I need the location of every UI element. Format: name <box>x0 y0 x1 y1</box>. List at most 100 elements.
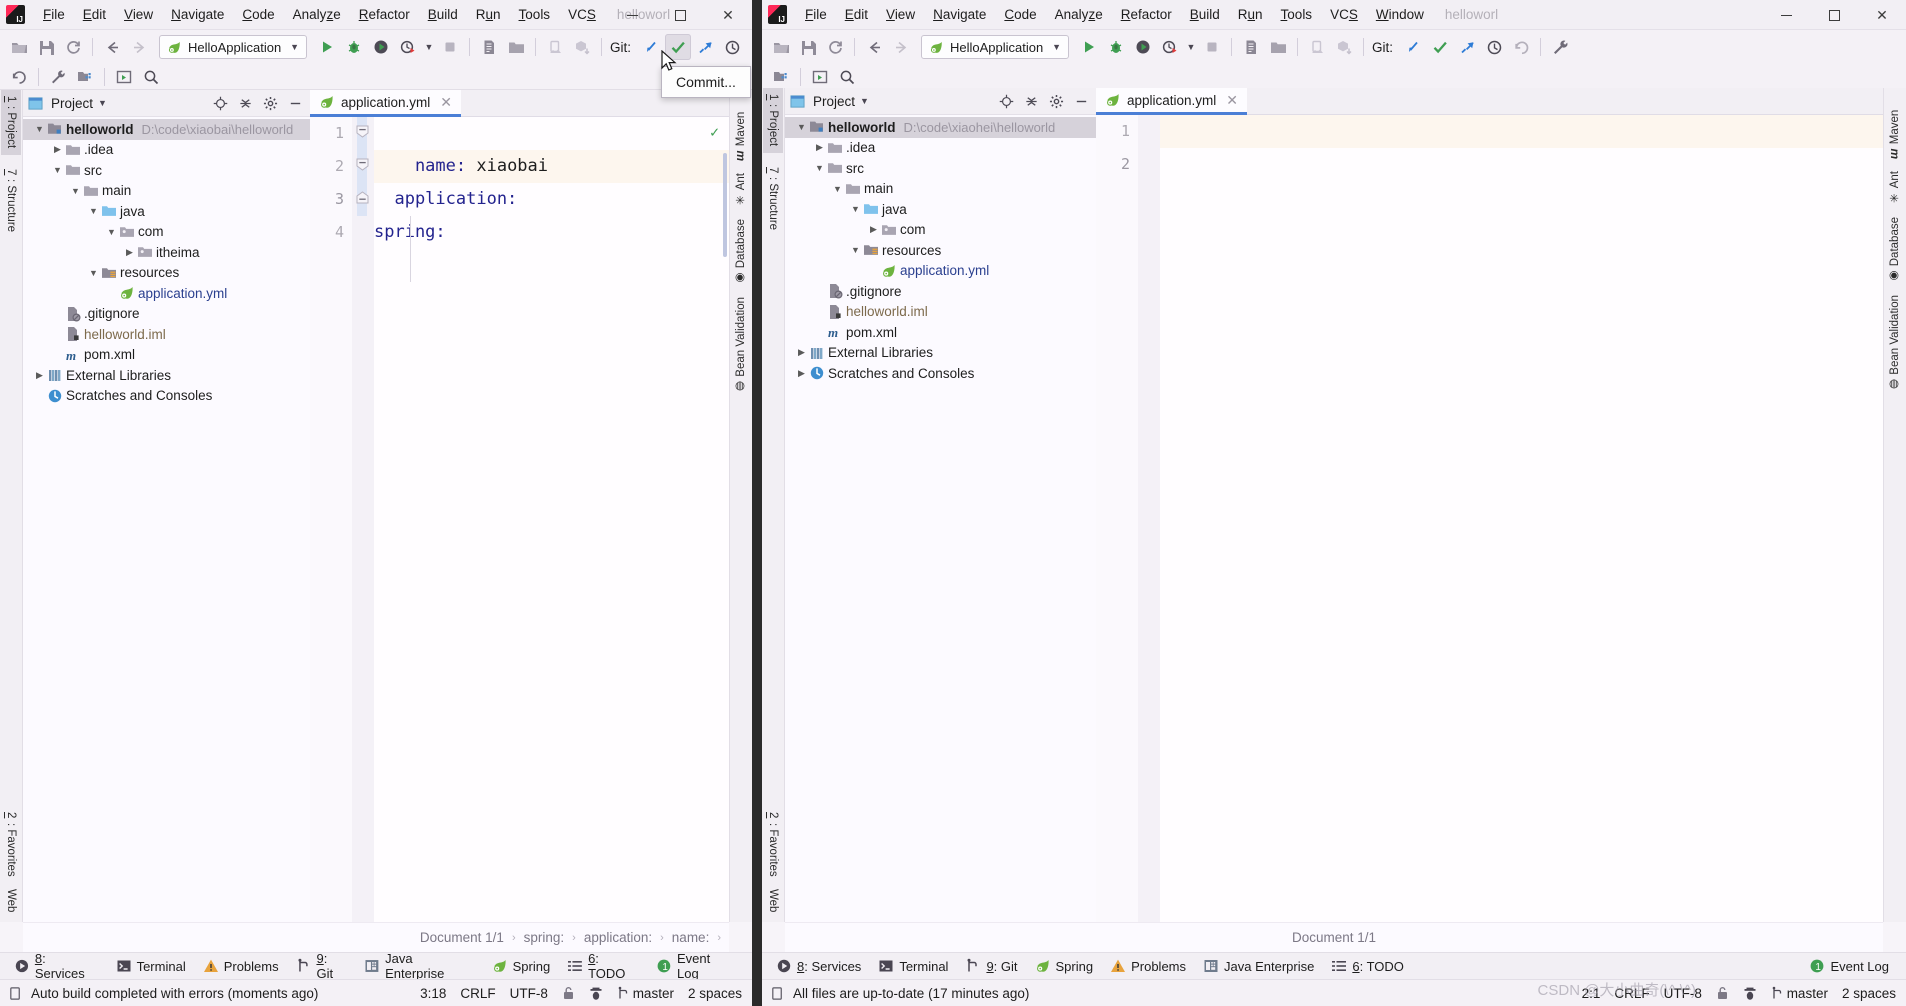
menu-view[interactable]: View <box>115 3 162 26</box>
tree-node-itheima[interactable]: ▶itheima <box>23 242 310 263</box>
menu-run[interactable]: Run <box>467 3 510 26</box>
collapse-all-icon-left[interactable] <box>235 93 255 113</box>
tree-node-src[interactable]: ▼src <box>23 160 310 181</box>
sync-gradle-icon[interactable] <box>569 34 595 60</box>
rail-item-maven-right[interactable]: m Maven <box>1884 104 1906 165</box>
menu-analyze[interactable]: Analyze <box>284 3 350 26</box>
menu-refactor[interactable]: Refactor <box>350 3 419 26</box>
tree-node-com[interactable]: ▶com <box>785 220 1096 241</box>
indent-widget-right[interactable]: 2 spaces <box>1842 986 1896 1001</box>
expand-arrow-icon[interactable]: ▼ <box>849 245 862 255</box>
editor-tab-application-yml-left[interactable]: application.yml ✕ <box>310 90 461 117</box>
menu-build-right[interactable]: Build <box>1181 3 1229 26</box>
collapse-arrow-icon[interactable]: ▶ <box>867 224 880 235</box>
editor-scrollbar-left[interactable] <box>723 153 727 257</box>
tree-node--gitignore[interactable]: .gitignore <box>785 281 1096 302</box>
settings-gear-icon-left[interactable] <box>260 93 280 113</box>
settings-wrench-icon-right[interactable] <box>1547 34 1573 60</box>
file-encoding-left[interactable]: UTF-8 <box>510 986 548 1001</box>
tree-node--idea[interactable]: ▶.idea <box>23 140 310 161</box>
rail-item-structure-right[interactable]: 7: Structure <box>763 161 783 236</box>
device-manager-icon[interactable] <box>542 34 568 60</box>
tree-node-helloworld[interactable]: ▼helloworldD:\code\xiaobai\helloworld <box>23 119 310 140</box>
tree-node-helloworld-iml[interactable]: helloworld.iml <box>23 324 310 345</box>
tree-node-resources[interactable]: ▼resources <box>23 263 310 284</box>
tree-node-com[interactable]: ▼com <box>23 222 310 243</box>
undo-icon[interactable] <box>6 64 32 90</box>
code-editor-left[interactable]: 1234 name: xiaobai application:spring: ✓ <box>310 117 729 922</box>
project-tree-right[interactable]: ▼helloworldD:\code\xiaohei\helloworld▶.i… <box>785 115 1096 922</box>
tool-window-event-log[interactable]: 1Event Log <box>650 953 746 980</box>
hide-panel-icon-left[interactable] <box>285 93 305 113</box>
expand-arrow-icon[interactable]: ▼ <box>87 268 100 278</box>
project-structure-icon[interactable] <box>503 34 529 60</box>
run-configuration-selector-left[interactable]: HelloApplication ▼ <box>159 35 307 59</box>
menu-code-right[interactable]: Code <box>995 3 1045 26</box>
run-with-coverage-icon[interactable] <box>368 34 394 60</box>
expand-arrow-icon[interactable]: ▼ <box>795 122 808 132</box>
code-line[interactable] <box>374 117 729 150</box>
project-structure-icon-right[interactable] <box>1265 34 1291 60</box>
code-line[interactable]: spring: <box>374 216 729 249</box>
code-folding-column-left[interactable] <box>352 117 374 922</box>
menu-edit[interactable]: Edit <box>74 3 115 26</box>
settings-gear-icon-right[interactable] <box>1046 91 1066 111</box>
menu-navigate-right[interactable]: Navigate <box>924 3 995 26</box>
open-project-icon[interactable] <box>6 34 32 60</box>
profiler-icon-right[interactable] <box>1157 34 1183 60</box>
tree-node-helloworld-iml[interactable]: helloworld.iml <box>785 302 1096 323</box>
project-module-icon[interactable] <box>72 64 98 90</box>
tree-node-scratches-and-consoles[interactable]: ▶Scratches and Consoles <box>785 363 1096 384</box>
breadcrumb-overflow-icon[interactable]: › <box>717 932 721 944</box>
collapse-arrow-icon[interactable]: ▶ <box>33 370 46 381</box>
forward-arrow-icon-right[interactable] <box>888 34 914 60</box>
tree-node-main[interactable]: ▼main <box>23 181 310 202</box>
menu-edit-right[interactable]: Edit <box>836 3 877 26</box>
sync-refresh-icon-right[interactable] <box>822 34 848 60</box>
code-content-right[interactable]: ✓ <box>1160 115 1883 922</box>
breadcrumb-name[interactable]: name: <box>672 930 710 945</box>
tool-window-terminal[interactable]: Terminal <box>872 953 959 980</box>
debug-button-left[interactable] <box>341 34 367 60</box>
tool-window-9-git[interactable]: 9: Git <box>290 953 359 980</box>
project-tree-left[interactable]: ▼helloworldD:\code\xiaobai\helloworld▶.i… <box>23 117 310 922</box>
menu-vcs-right[interactable]: VCS <box>1321 3 1367 26</box>
code-line[interactable] <box>1160 148 1883 181</box>
menu-analyze-right[interactable]: Analyze <box>1046 3 1112 26</box>
indent-widget-left[interactable]: 2 spaces <box>688 986 742 1001</box>
code-content-left[interactable]: name: xiaobai application:spring: ✓ <box>374 117 729 922</box>
maximize-button-left[interactable] <box>656 0 704 30</box>
save-all-icon-right[interactable] <box>795 34 821 60</box>
caret-position-left[interactable]: 3:18 <box>420 986 446 1001</box>
chevron-down-icon[interactable]: ▼ <box>290 42 299 52</box>
menu-window-right[interactable]: Window <box>1367 3 1433 26</box>
collapse-arrow-icon[interactable]: ▶ <box>795 347 808 358</box>
tool-window-spring[interactable]: Spring <box>1029 953 1105 980</box>
locate-file-icon-right[interactable] <box>996 91 1016 111</box>
profiler-icon[interactable] <box>395 34 421 60</box>
search-everywhere-icon[interactable] <box>138 64 164 90</box>
run-button-left[interactable] <box>314 34 340 60</box>
tool-window-8-services[interactable]: 8: Services <box>770 953 872 980</box>
expand-arrow-icon[interactable]: ▼ <box>105 227 118 237</box>
collapse-all-icon-right[interactable] <box>1021 91 1041 111</box>
profiler-dropdown-icon[interactable]: ▼ <box>422 34 436 60</box>
minimize-button-left[interactable] <box>608 0 656 30</box>
expand-arrow-icon[interactable]: ▼ <box>87 206 100 216</box>
menu-file[interactable]: File <box>34 3 74 26</box>
run-anything-icon-right[interactable] <box>807 64 833 90</box>
fold-marker-icon[interactable] <box>356 125 369 138</box>
close-button-right[interactable]: ✕ <box>1858 0 1906 30</box>
debug-button-right[interactable] <box>1103 34 1129 60</box>
rail-item-ant-left[interactable]: ✳ Ant <box>730 167 752 213</box>
back-arrow-icon-right[interactable] <box>861 34 887 60</box>
rail-item-database-left[interactable]: ◉ Database <box>730 213 752 291</box>
menu-code[interactable]: Code <box>233 3 283 26</box>
lock-icon-left[interactable] <box>562 986 575 1001</box>
tree-node-java[interactable]: ▼java <box>785 199 1096 220</box>
expand-arrow-icon[interactable]: ▼ <box>813 163 826 173</box>
tree-node-scratches-and-consoles[interactable]: Scratches and Consoles <box>23 386 310 407</box>
git-push-button-left[interactable] <box>692 34 718 60</box>
menu-tools-right[interactable]: Tools <box>1272 3 1322 26</box>
back-arrow-icon[interactable] <box>99 34 125 60</box>
